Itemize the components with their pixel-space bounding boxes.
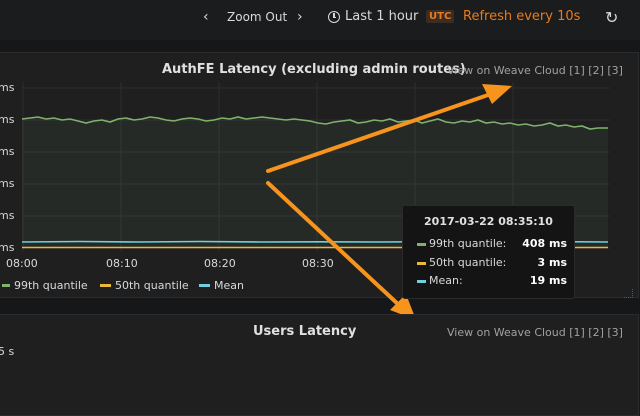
panel-title[interactable]: Users Latency — [253, 324, 356, 339]
y-tick-label: 5 s — [0, 345, 15, 358]
tooltip-series-name: Mean: — [429, 274, 463, 287]
tooltip-series-value: 19 ms — [529, 274, 567, 287]
tooltip-swatch — [417, 280, 426, 283]
legend-swatch — [2, 283, 10, 287]
tooltip-series-value: 408 ms — [522, 237, 567, 250]
x-tick-label: 08:10 — [106, 257, 138, 270]
legend-label: 99th quantile — [14, 279, 88, 292]
x-tick-label: 08:30 — [302, 257, 334, 270]
graph-tooltip: 2017-03-22 08:35:10 99th quantile: 408 m… — [402, 205, 575, 299]
legend-swatch — [100, 283, 111, 287]
x-tick-label: 08:00 — [6, 257, 38, 270]
tooltip-series-name: 99th quantile: — [429, 237, 507, 250]
legend-item-99th[interactable]: 99th quantile — [2, 279, 88, 292]
tooltip-swatch — [417, 243, 426, 246]
legend-item-mean[interactable]: Mean — [199, 279, 244, 292]
tooltip-row: Mean: 19 ms — [417, 274, 567, 288]
tooltip-row: 99th quantile: 408 ms — [417, 237, 567, 251]
tooltip-series-name: 50th quantile: — [429, 256, 507, 269]
legend-label: 50th quantile — [115, 279, 189, 292]
panel-resize-handle[interactable] — [624, 289, 633, 298]
weave-cloud-link[interactable]: View on Weave Cloud [1] [2] [3] — [447, 326, 623, 339]
x-tick-label: 08:20 — [204, 257, 236, 270]
legend-item-50th[interactable]: 50th quantile — [100, 279, 189, 292]
tooltip-swatch — [417, 262, 426, 265]
tooltip-timestamp: 2017-03-22 08:35:10 — [424, 215, 553, 228]
tooltip-series-value: 3 ms — [537, 256, 568, 269]
legend-swatch — [199, 283, 210, 287]
tooltip-row: 50th quantile: 3 ms — [417, 256, 567, 270]
legend-label: Mean — [214, 279, 244, 292]
users-latency-panel: Users Latency View on Weave Cloud [1] [2… — [0, 314, 639, 416]
